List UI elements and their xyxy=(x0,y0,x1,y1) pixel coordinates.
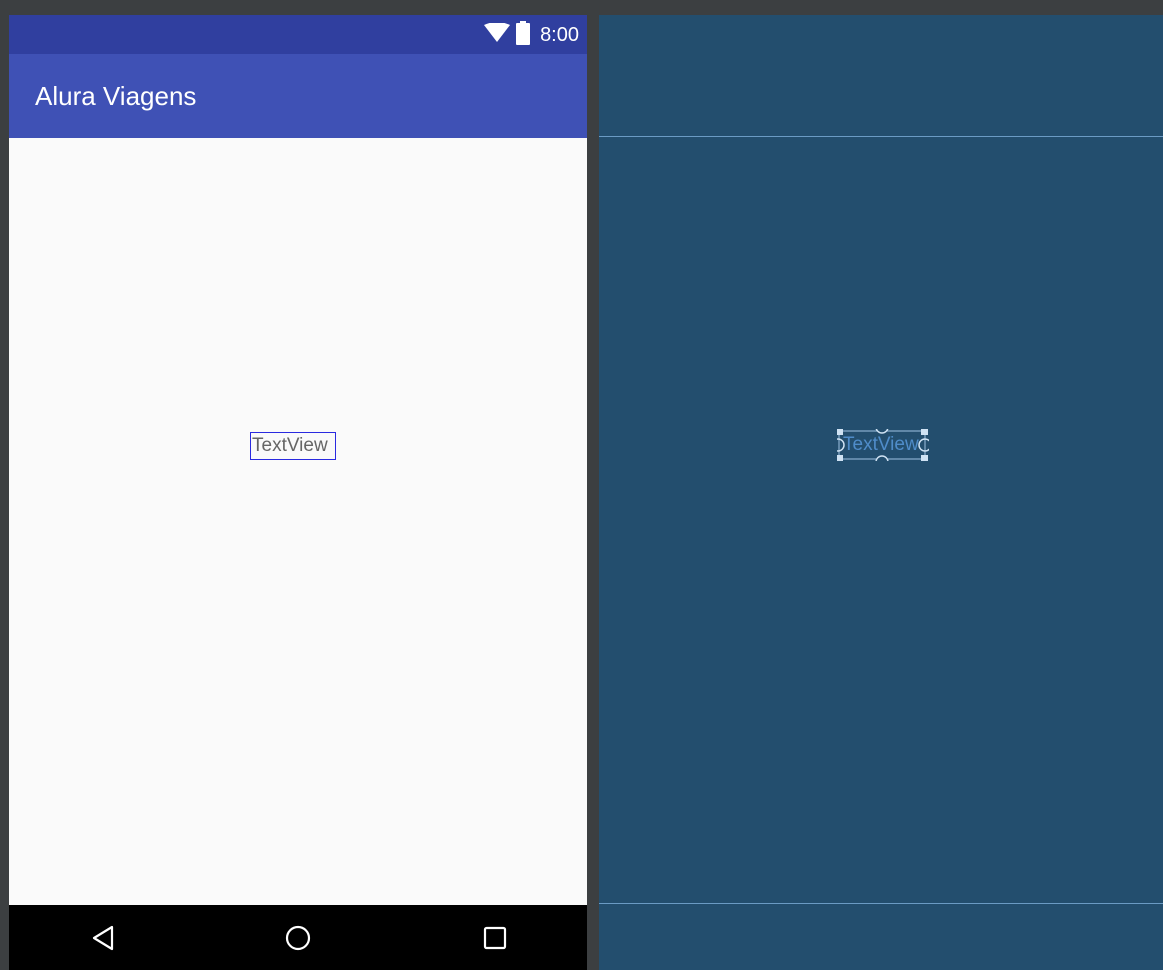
anchor-left xyxy=(837,438,845,452)
editor-top-strip xyxy=(0,0,1163,15)
blueprint-pane[interactable]: TextView xyxy=(599,15,1163,970)
pane-divider[interactable] xyxy=(587,15,599,970)
resize-handle-bottom-right xyxy=(921,455,928,461)
recents-icon[interactable] xyxy=(479,922,511,954)
resize-handle-top-left xyxy=(837,429,843,435)
design-preview-pane[interactable]: 8:00 Alura Viagens TextView xyxy=(9,15,587,970)
blueprint-textview[interactable]: TextView xyxy=(837,429,929,461)
content-area[interactable]: TextView xyxy=(9,138,587,905)
status-time: 8:00 xyxy=(540,23,579,46)
battery-icon xyxy=(516,21,531,49)
wifi-icon xyxy=(484,22,511,47)
navigation-bar xyxy=(9,905,587,970)
status-bar: 8:00 xyxy=(9,15,587,54)
app-bar: Alura Viagens xyxy=(9,54,587,138)
textview-widget[interactable]: TextView xyxy=(250,432,336,460)
resize-handle-top-right xyxy=(921,429,928,435)
app-title: Alura Viagens xyxy=(35,81,197,111)
blueprint-top-guide xyxy=(599,136,1163,137)
blueprint-bottom-guide xyxy=(599,903,1163,904)
anchor-bottom xyxy=(875,455,889,461)
resize-handle-bottom-left xyxy=(837,455,843,461)
selection-handles[interactable] xyxy=(837,429,929,461)
anchor-top xyxy=(875,429,889,434)
anchor-right xyxy=(918,438,929,452)
layout-editor: 8:00 Alura Viagens TextView TextView xyxy=(0,0,1163,970)
home-icon[interactable] xyxy=(282,922,314,954)
back-icon[interactable] xyxy=(87,922,119,954)
status-icons: 8:00 xyxy=(484,20,579,50)
